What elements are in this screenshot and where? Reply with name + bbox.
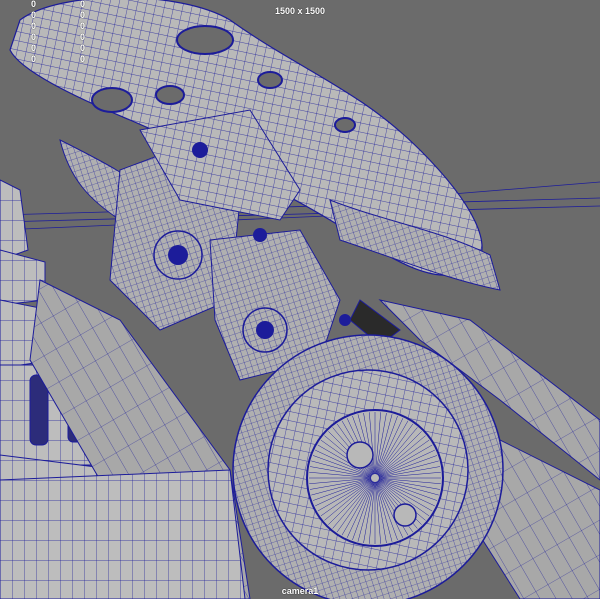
3d-viewport[interactable]: 000000000000 1500 x 1500 camera1 — [0, 0, 600, 599]
main-wheel — [232, 334, 504, 599]
hud-stat-value: 0 — [31, 21, 37, 31]
hud-stat-row: 00 — [0, 54, 100, 64]
hud-stat-row: 00 — [0, 43, 100, 53]
hud-stat-value: 0 — [80, 32, 86, 42]
hud-stat-value: 0 — [80, 54, 86, 64]
hud-stat-row: 00 — [0, 32, 100, 42]
wireframe-mech-model[interactable] — [0, 0, 600, 599]
resolution-gate-label: 1500 x 1500 — [274, 6, 326, 16]
hud-stat-value: 0 — [80, 43, 86, 53]
hud-stat-value: 0 — [31, 54, 37, 64]
hud-stat-row: 00 — [0, 21, 100, 31]
hud-stat-value: 0 — [80, 21, 86, 31]
hud-stat-value: 0 — [31, 32, 37, 42]
hud-stat-value: 0 — [31, 43, 37, 53]
camera-name-label: camera1 — [281, 586, 319, 596]
base-block — [0, 469, 246, 599]
